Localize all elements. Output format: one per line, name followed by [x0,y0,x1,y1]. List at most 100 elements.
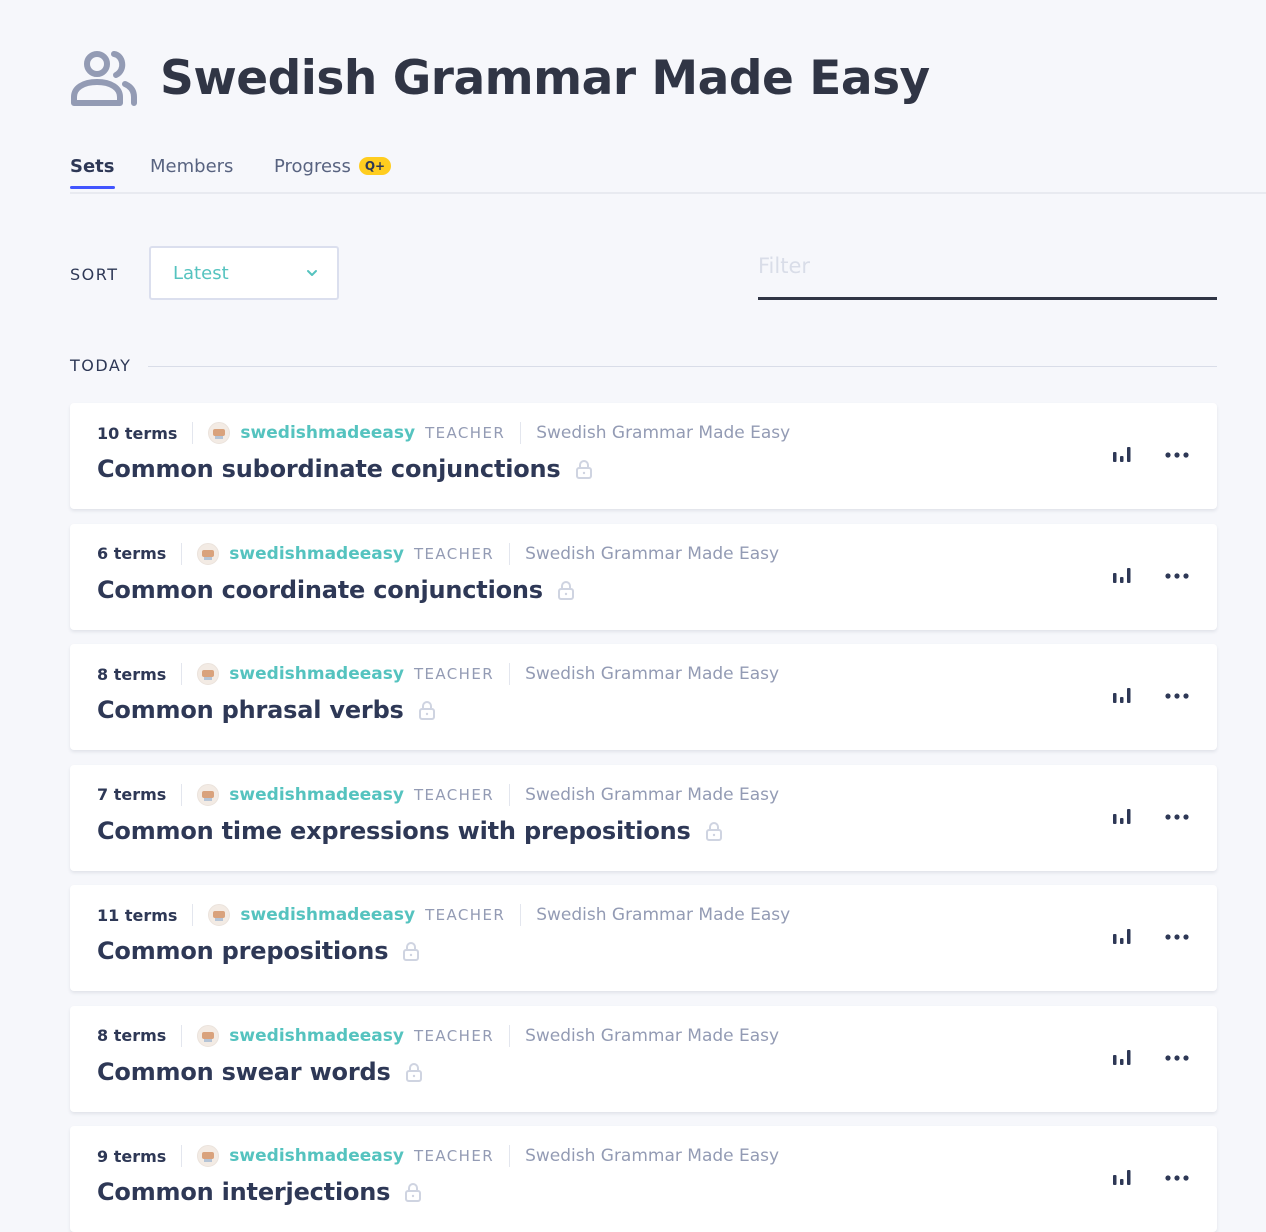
avatar [197,783,220,806]
class-name: Swedish Grammar Made Easy [536,905,791,925]
divider [509,663,511,685]
progress-stats-icon[interactable] [1113,446,1131,462]
sort-dropdown[interactable]: Latest [149,246,339,300]
more-options-icon[interactable] [1165,813,1189,820]
set-meta: 6 terms swedishmadeeasy TEACHER Swedish … [97,542,779,566]
divider [181,1024,183,1047]
set-card[interactable]: 10 terms swedishmadeeasy TEACHER Swedish… [70,403,1217,509]
avatar [197,542,220,565]
more-options-icon[interactable] [1165,1054,1189,1061]
set-title-row: Common phrasal verbs [97,696,436,724]
section-label-today: TODAY [70,356,132,375]
creator-role-badge: TEACHER [413,1026,495,1045]
set-title[interactable]: Common phrasal verbs [97,696,404,724]
divider [181,542,183,565]
creator-username[interactable]: swedishmadeeasy [229,664,404,684]
filter-field [758,250,1217,300]
creator-username[interactable]: swedishmadeeasy [240,905,415,925]
term-count: 10 terms [97,423,178,443]
chevron-down-icon [307,270,317,276]
creator-role-badge: TEACHER [413,1147,495,1165]
lock-icon [557,580,574,600]
set-title[interactable]: Common prepositions [97,937,388,965]
lock-icon [403,942,420,961]
creator-role-badge: TEACHER [425,906,506,924]
set-card[interactable]: 8 terms swedishmadeeasy TEACHER Swedish … [70,644,1217,750]
set-title-row: Common interjections [97,1178,422,1206]
avatar [208,904,231,926]
term-count: 11 terms [97,905,178,925]
tab-sets-label: Sets [70,156,115,177]
creator-username[interactable]: swedishmadeeasy [229,1026,404,1046]
tab-progress[interactable]: Progress Q+ [274,156,392,177]
creator-username[interactable]: swedishmadeeasy [240,423,415,443]
set-card[interactable]: 8 terms swedishmadeeasy TEACHER Swedish … [70,1005,1217,1112]
progress-stats-icon[interactable] [1113,928,1131,944]
set-title-row: Common time expressions with preposition… [97,817,723,845]
progress-stats-icon[interactable] [1113,1049,1131,1065]
set-card[interactable]: 7 terms swedishmadeeasy TEACHER Swedish … [70,764,1217,871]
creator-username[interactable]: swedishmadeeasy [229,785,404,805]
creator-username[interactable]: swedishmadeeasy [229,544,404,564]
lock-icon [405,1183,422,1202]
set-card[interactable]: 6 terms swedishmadeeasy TEACHER Swedish … [70,523,1217,630]
divider [192,422,194,444]
set-meta: 11 terms swedishmadeeasy TEACHER Swedish… [97,903,790,927]
class-name: Swedish Grammar Made Easy [525,784,780,805]
divider [520,904,522,926]
sort-label: SORT [70,265,119,284]
progress-stats-icon[interactable] [1113,808,1131,824]
set-title[interactable]: Common interjections [97,1178,390,1206]
tab-sets[interactable]: Sets [70,156,115,189]
progress-stats-icon[interactable] [1113,1169,1131,1185]
term-count: 8 terms [97,664,167,684]
set-title[interactable]: Common time expressions with preposition… [97,817,691,845]
lock-icon [705,821,722,841]
more-options-icon[interactable] [1165,572,1189,579]
tab-bar: Sets Members Progress Q+ [70,150,1266,194]
divider [509,542,511,565]
set-meta: 8 terms swedishmadeeasy TEACHER Swedish … [97,1024,779,1048]
page-header: Swedish Grammar Made Easy [70,40,930,116]
group-icon [71,51,137,106]
set-title[interactable]: Common subordinate conjunctions [97,455,561,483]
more-options-icon[interactable] [1165,1175,1189,1181]
page-title: Swedish Grammar Made Easy [160,50,930,106]
section-divider [148,366,1217,367]
avatar [197,1145,220,1167]
tab-members[interactable]: Members [150,156,233,177]
more-options-icon[interactable] [1165,934,1189,940]
tab-members-label: Members [150,156,234,177]
more-options-icon[interactable] [1165,693,1189,699]
tab-progress-label: Progress [274,156,351,177]
quizlet-plus-badge: Q+ [358,157,392,175]
avatar [208,422,231,444]
progress-stats-icon[interactable] [1113,687,1131,703]
more-options-icon[interactable] [1165,452,1189,458]
divider [509,1024,511,1047]
progress-stats-icon[interactable] [1113,567,1131,583]
divider [181,783,183,806]
set-card[interactable]: 9 terms swedishmadeeasy TEACHER Swedish … [70,1126,1217,1232]
class-name: Swedish Grammar Made Easy [525,1025,780,1046]
set-title[interactable]: Common swear words [97,1058,391,1086]
set-title-row: Common subordinate conjunctions [97,455,593,483]
set-meta: 10 terms swedishmadeeasy TEACHER Swedish… [97,421,790,445]
filter-input[interactable] [758,250,1217,278]
term-count: 9 terms [97,1146,167,1166]
set-title-row: Common coordinate conjunctions [97,576,575,604]
avatar [197,663,220,685]
term-count: 6 terms [97,544,167,563]
term-count: 8 terms [97,1026,167,1045]
page: Swedish Grammar Made Easy Sets Members P… [0,0,1266,1232]
set-title[interactable]: Common coordinate conjunctions [97,576,543,604]
class-name: Swedish Grammar Made Easy [536,423,791,443]
set-meta: 8 terms swedishmadeeasy TEACHER Swedish … [97,662,779,686]
avatar [197,1024,220,1047]
lock-icon [418,701,435,720]
set-title-row: Common prepositions [97,937,420,965]
divider [192,904,194,926]
divider [181,1145,183,1167]
creator-username[interactable]: swedishmadeeasy [229,1146,404,1166]
set-card[interactable]: 11 terms swedishmadeeasy TEACHER Swedish… [70,885,1217,991]
